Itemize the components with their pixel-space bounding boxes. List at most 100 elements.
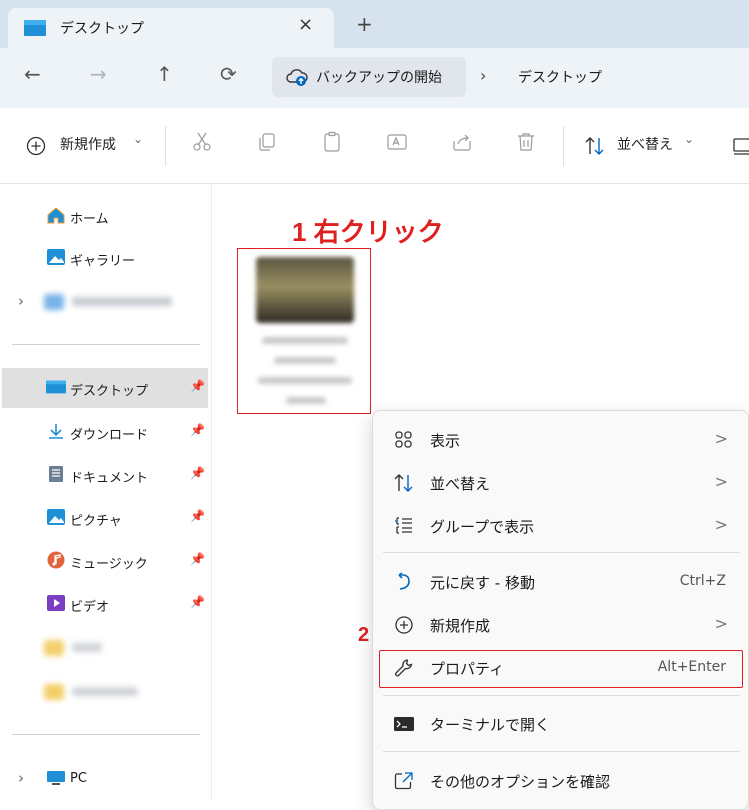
command-bar: 新規作成 ⌄ 並べ替え ⌄ bbox=[0, 108, 749, 184]
grid-view-icon bbox=[395, 431, 412, 448]
sidebar-item-videos[interactable]: ビデオ 📌 bbox=[0, 584, 210, 624]
breadcrumb-backup-label: バックアップの開始 bbox=[316, 70, 442, 86]
pictures-icon bbox=[47, 509, 65, 525]
chevron-right-icon: > bbox=[714, 515, 728, 534]
sort-icon bbox=[585, 137, 604, 155]
video-icon bbox=[47, 595, 65, 611]
desktop-folder-icon bbox=[46, 380, 66, 394]
breadcrumb-separator[interactable]: › bbox=[480, 66, 486, 85]
close-tab-icon[interactable]: × bbox=[298, 14, 313, 35]
pin-icon: 📌 bbox=[190, 595, 205, 609]
menu-item-label: 元に戻す - 移動 bbox=[430, 574, 535, 592]
sidebar-item-folder[interactable] bbox=[0, 628, 210, 668]
sidebar-divider bbox=[12, 734, 200, 735]
share-icon[interactable] bbox=[450, 130, 474, 154]
address-bar[interactable]: バックアップの開始 › デスクトップ bbox=[272, 57, 749, 97]
menu-item-more-options[interactable]: その他のオプションを確認 bbox=[373, 761, 749, 801]
blurred-filename bbox=[286, 397, 326, 404]
paste-icon[interactable] bbox=[320, 130, 344, 154]
menu-item-undo[interactable]: 元に戻す - 移動 Ctrl+Z bbox=[373, 562, 749, 602]
rename-icon[interactable] bbox=[385, 130, 409, 154]
sidebar-item-label: ドキュメント bbox=[70, 471, 149, 486]
menu-item-label: その他のオプションを確認 bbox=[430, 773, 611, 791]
chevron-right-icon: > bbox=[714, 472, 728, 491]
menu-divider bbox=[383, 751, 740, 752]
file-item[interactable] bbox=[237, 248, 371, 414]
sidebar-item-onedrive[interactable]: › bbox=[0, 282, 210, 322]
forward-button[interactable]: → bbox=[90, 62, 107, 86]
menu-item-sort[interactable]: 並べ替え > bbox=[373, 463, 749, 503]
toolbar-divider bbox=[563, 126, 564, 166]
delete-icon[interactable] bbox=[514, 130, 538, 154]
terminal-icon bbox=[394, 717, 414, 731]
menu-item-label: 新規作成 bbox=[430, 617, 491, 635]
sidebar-item-label: ギャラリー bbox=[70, 254, 136, 269]
up-button[interactable]: ↑ bbox=[156, 62, 173, 86]
toolbar-divider bbox=[165, 126, 166, 166]
new-tab-button[interactable]: + bbox=[356, 12, 373, 36]
sidebar-divider bbox=[12, 344, 200, 345]
sidebar-item-label: デスクトップ bbox=[70, 384, 149, 399]
chevron-right-icon: > bbox=[714, 429, 728, 448]
pc-icon bbox=[47, 771, 65, 785]
blurred-filename bbox=[262, 337, 348, 344]
menu-item-new[interactable]: 新規作成 > bbox=[373, 605, 749, 645]
music-icon bbox=[47, 551, 65, 569]
navigation-bar: ← → ↑ ⟳ バックアップの開始 › デスクトップ bbox=[0, 48, 749, 108]
download-icon bbox=[49, 424, 63, 439]
sidebar-item-pictures[interactable]: ピクチャ 📌 bbox=[0, 498, 210, 538]
sidebar-item-desktop[interactable]: デスクトップ 📌 bbox=[2, 368, 208, 408]
sidebar-item-gallery[interactable]: ギャラリー bbox=[0, 238, 210, 278]
menu-item-label: ターミナルで開く bbox=[430, 716, 551, 734]
breadcrumb-backup[interactable]: バックアップの開始 bbox=[272, 57, 466, 97]
expand-chevron-icon[interactable]: › bbox=[18, 292, 24, 310]
refresh-button[interactable]: ⟳ bbox=[220, 62, 237, 86]
tab-desktop[interactable]: デスクトップ × bbox=[8, 8, 334, 48]
folder-icon bbox=[44, 640, 64, 656]
more-options-icon bbox=[394, 772, 413, 790]
blurred-label bbox=[72, 643, 102, 652]
sidebar-item-folder[interactable] bbox=[0, 672, 210, 712]
pin-icon: 📌 bbox=[190, 509, 205, 523]
copy-icon[interactable] bbox=[255, 130, 279, 154]
cloud-icon bbox=[44, 294, 64, 310]
annotation-step1: 1 右クリック bbox=[292, 217, 444, 247]
sidebar-item-home[interactable]: ホーム bbox=[0, 196, 210, 236]
sidebar-item-music[interactable]: ミュージック 📌 bbox=[0, 541, 210, 581]
cut-icon[interactable] bbox=[190, 130, 214, 154]
sidebar-item-label: ミュージック bbox=[70, 557, 148, 572]
back-button[interactable]: ← bbox=[24, 62, 41, 86]
shortcut-label: Ctrl+Z bbox=[679, 573, 726, 589]
menu-item-label: グループで表示 bbox=[430, 518, 535, 536]
sidebar-item-label: ホーム bbox=[70, 212, 109, 227]
tab-strip: デスクトップ × + bbox=[0, 0, 749, 48]
blurred-filename bbox=[258, 377, 352, 384]
breadcrumb-current[interactable]: デスクトップ bbox=[518, 67, 602, 87]
plus-circle-icon bbox=[26, 136, 46, 156]
sort-button-label: 並べ替え bbox=[617, 137, 673, 153]
menu-item-open-terminal[interactable]: ターミナルで開く bbox=[373, 704, 749, 744]
menu-item-view[interactable]: 表示 > bbox=[373, 420, 749, 460]
expand-chevron-icon[interactable]: › bbox=[18, 769, 24, 787]
sidebar-item-documents[interactable]: ドキュメント 📌 bbox=[0, 455, 210, 495]
pin-icon: 📌 bbox=[190, 379, 205, 393]
sidebar-item-pc[interactable]: › PC bbox=[0, 759, 210, 799]
menu-item-group-by[interactable]: グループで表示 > bbox=[373, 506, 749, 546]
sidebar-item-label: PC bbox=[70, 771, 87, 786]
blurred-label bbox=[72, 297, 172, 306]
menu-item-label: 表示 bbox=[430, 432, 461, 450]
pin-icon: 📌 bbox=[190, 466, 205, 480]
chevron-down-icon: ⌄ bbox=[133, 132, 144, 146]
folder-icon bbox=[44, 684, 64, 700]
annotation-highlight-box bbox=[379, 650, 743, 688]
sidebar-item-label: ダウンロード bbox=[70, 428, 149, 443]
view-icon[interactable] bbox=[733, 136, 749, 156]
annotation-step2: 2 bbox=[358, 624, 370, 646]
gallery-icon bbox=[47, 249, 65, 265]
chevron-right-icon: > bbox=[714, 614, 728, 633]
sidebar-item-downloads[interactable]: ダウンロード 📌 bbox=[0, 412, 210, 452]
pin-icon: 📌 bbox=[190, 552, 205, 566]
menu-divider bbox=[383, 695, 740, 696]
plus-circle-icon bbox=[395, 616, 413, 634]
